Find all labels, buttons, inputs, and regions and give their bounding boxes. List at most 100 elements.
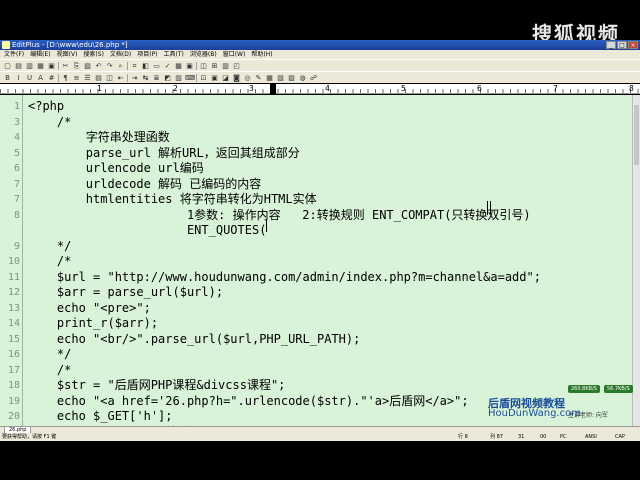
minimize-button[interactable]: _ xyxy=(606,41,616,49)
toolbar-button-icon[interactable]: ⌕ xyxy=(116,62,125,70)
video-letterbox-top: 搜狐视频 xyxy=(0,0,640,46)
toolbar-button-icon[interactable]: ⊡ xyxy=(199,74,208,82)
status-bar: 要获得帮助，请按 F1 键 行 8 列 87 31 00 PC ANSI CAP xyxy=(0,433,640,441)
toolbar-button-icon[interactable]: ◧ xyxy=(141,62,150,70)
scrollbar-thumb[interactable] xyxy=(634,105,639,165)
toolbar-button-icon[interactable]: ▤ xyxy=(94,74,103,82)
toolbar-button-icon[interactable]: ⇤ xyxy=(116,74,125,82)
toolbar-button-icon[interactable]: ↶ xyxy=(94,62,103,70)
code-text: <?php xyxy=(28,99,65,113)
menu-item[interactable]: 项目(P) xyxy=(137,50,157,59)
toolbar-button-icon[interactable]: ≡ xyxy=(72,74,81,82)
toolbar-separator xyxy=(196,73,197,82)
toolbar-button-icon[interactable]: ⌨ xyxy=(185,74,195,82)
toolbar-button-icon[interactable]: ↷ xyxy=(105,62,114,70)
toolbar-button-icon[interactable]: I xyxy=(14,74,23,82)
toolbar-button-icon[interactable]: ▨ xyxy=(83,62,92,70)
toolbar-button-icon[interactable]: A xyxy=(36,74,45,82)
menu-item[interactable]: 搜索(S) xyxy=(83,50,104,59)
toolbar-button-icon[interactable]: ≣ xyxy=(152,74,161,82)
code-text: ENT_QUOTES( xyxy=(28,223,267,237)
toolbar-button-icon[interactable]: ▤ xyxy=(14,62,23,70)
menu-item[interactable]: 文档(D) xyxy=(110,50,131,59)
line-number: 10 xyxy=(7,256,20,267)
toolbar-button-icon[interactable]: ▣ xyxy=(47,62,56,70)
menu-item[interactable]: 文件(F) xyxy=(4,50,24,59)
toolbar-button-icon[interactable]: ▢ xyxy=(3,62,12,70)
menu-item[interactable]: 工具(T) xyxy=(164,50,184,59)
format-toolbar: B I U A # ¶ ≡ ☰ ▤ ◫ ⇤ ⇥ ↹ ≣ ◩ ▥ ⌨ ⊡ ▣ ◪ ◙ ◎ ✎ ▦ ▧ ▨ ◍ ☍ xyxy=(0,71,640,83)
toolbar-button-icon[interactable]: ▦ xyxy=(174,62,183,70)
column-ruler: 1 2 3 4 5 6 7 8 xyxy=(0,84,640,94)
line-number: 14 xyxy=(7,318,20,329)
code-line: 6 urlencode url编码 xyxy=(0,161,632,177)
toolbar-button-icon[interactable]: ◎ xyxy=(243,74,252,82)
toolbar-button-icon[interactable]: ✂ xyxy=(61,62,70,70)
toolbar-button-icon[interactable]: ▦ xyxy=(265,74,274,82)
toolbar-button-icon[interactable]: ▨ xyxy=(287,74,296,82)
toolbar-button-icon[interactable]: ↹ xyxy=(141,74,150,82)
code-line: ENT_QUOTES( xyxy=(0,223,632,239)
toolbar-button-icon[interactable]: ☰ xyxy=(83,74,92,82)
code-editor[interactable]: 1 <?php 3 /* 4 字符串处理函数 5 parse_url 解析URL，返回其… xyxy=(0,95,632,426)
toolbar-button-icon[interactable]: ▥ xyxy=(25,62,34,70)
code-line: 10 /* xyxy=(0,254,632,270)
menu-item[interactable]: 编辑(E) xyxy=(30,50,50,59)
toolbar-button-icon[interactable]: ▥ xyxy=(221,62,230,70)
toolbar-button-icon[interactable]: ◙ xyxy=(232,74,241,82)
code-text: 1参数: 操作内容 2:转换规则 ENT_COMPAT(只转换双引号) xyxy=(28,207,531,222)
toolbar-button-icon[interactable]: ▧ xyxy=(276,74,285,82)
maximize-button[interactable]: □ xyxy=(617,41,627,49)
toolbar-button-icon[interactable]: ☍ xyxy=(309,74,318,82)
toolbar-button-icon[interactable]: ▭ xyxy=(152,62,161,70)
line-number: 5 xyxy=(13,147,20,159)
window-titlebar[interactable]: EditPlus - [D:\www\edu\26.php *] _ □ × xyxy=(0,40,640,50)
toolbar-button-icon[interactable]: ▣ xyxy=(210,74,219,82)
toolbar-button-icon[interactable]: B xyxy=(3,74,12,82)
toolbar-button-icon[interactable]: ¶ xyxy=(61,74,70,82)
code-line: 15 echo "<br/>".parse_url($url,PHP_URL_P… xyxy=(0,332,632,348)
code-line: 9 */ xyxy=(0,239,632,255)
menu-item[interactable]: 窗口(W) xyxy=(223,50,246,59)
toolbar-button-icon[interactable]: ◫ xyxy=(199,62,208,70)
toolbar-button-icon[interactable]: ◪ xyxy=(221,74,230,82)
menu-item[interactable]: 帮助(H) xyxy=(251,50,272,59)
menu-item[interactable]: 视图(V) xyxy=(57,50,78,59)
status-ansi: ANSI xyxy=(585,434,597,440)
code-text: urlencode url编码 xyxy=(28,161,204,175)
logo-url: HouDunWang.com xyxy=(488,408,581,419)
toolbar-button-icon[interactable]: ⌗ xyxy=(130,62,139,70)
toolbar-button-icon[interactable]: ✓ xyxy=(163,62,172,70)
ruler-ticks xyxy=(0,89,640,93)
toolbar-button-icon[interactable]: ◫ xyxy=(105,74,114,82)
toolbar-separator xyxy=(58,73,59,82)
code-text: /* xyxy=(28,254,72,268)
toolbar-button-icon[interactable]: ✎ xyxy=(254,74,263,82)
toolbar-button-icon[interactable]: ▥ xyxy=(174,74,183,82)
toolbar-button-icon[interactable]: ▣ xyxy=(185,62,194,70)
toolbar-button-icon[interactable]: U xyxy=(25,74,34,82)
close-button[interactable]: × xyxy=(628,41,638,49)
toolbar-button-icon[interactable]: ⎘ xyxy=(72,62,81,70)
code-text: echo "<br/>".parse_url($url,PHP_URL_PATH… xyxy=(28,331,361,346)
toolbar-button-icon[interactable]: ⇥ xyxy=(130,74,139,82)
window-title: EditPlus - [D:\www\edu\26.php *] xyxy=(12,41,128,49)
toolbar-separator xyxy=(127,61,128,70)
vertical-scrollbar[interactable] xyxy=(632,95,640,426)
code-text: 字符串处理函数 xyxy=(28,130,170,144)
toolbar-button-icon[interactable]: # xyxy=(47,74,56,82)
toolbar-button-icon[interactable]: ◩ xyxy=(163,74,172,82)
ruler-number: 4 xyxy=(325,84,330,93)
toolbar-button-icon[interactable]: ◰ xyxy=(232,62,241,70)
ruler-number: 7 xyxy=(553,84,558,93)
menu-item[interactable]: 浏览器(B) xyxy=(190,50,217,59)
code-line: 13 echo "<pre>"; xyxy=(0,301,632,317)
toolbar-button-icon[interactable]: ◍ xyxy=(298,74,307,82)
code-text: /* xyxy=(28,114,72,129)
line-number: 16 xyxy=(7,349,20,360)
toolbar-button-icon[interactable]: ▦ xyxy=(36,62,45,70)
editplus-app-icon xyxy=(2,41,10,49)
status-num1: 31 xyxy=(518,434,525,440)
toolbar-button-icon[interactable]: ⊞ xyxy=(210,62,219,70)
ruler-number: 3 xyxy=(249,84,254,93)
